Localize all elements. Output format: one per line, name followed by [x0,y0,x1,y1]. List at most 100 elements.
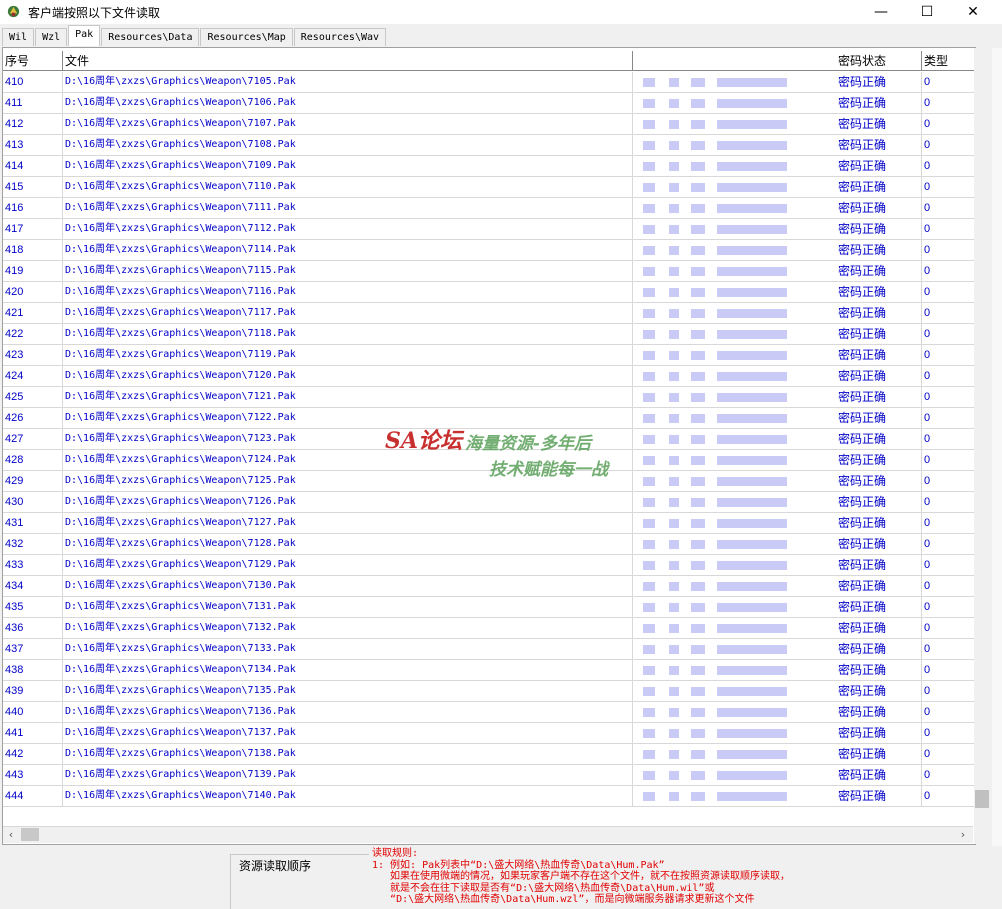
row-id: 424 [3,366,63,386]
tab-2[interactable]: Pak [68,25,101,46]
table-row[interactable]: 417 D:\16周年\zxzs\Graphics\Weapon\7112.Pak… [3,219,975,240]
row-id: 414 [3,156,63,176]
row-file: D:\16周年\zxzs\Graphics\Weapon\7139.Pak [63,765,633,785]
row-id: 444 [3,786,63,806]
redacted-block [717,330,787,339]
row-type: 0 [922,681,975,701]
tab-0[interactable]: Wil [2,28,35,46]
row-file: D:\16周年\zxzs\Graphics\Weapon\7130.Pak [63,576,633,596]
table-row[interactable]: 443 D:\16周年\zxzs\Graphics\Weapon\7139.Pak… [3,765,975,786]
row-type: 0 [922,93,975,113]
table-row[interactable]: 422 D:\16周年\zxzs\Graphics\Weapon\7118.Pak… [3,324,975,345]
row-id: 435 [3,597,63,617]
row-file: D:\16周年\zxzs\Graphics\Weapon\7136.Pak [63,702,633,722]
vertical-scrollbar[interactable] [974,48,990,844]
table-row[interactable]: 436 D:\16周年\zxzs\Graphics\Weapon\7132.Pak… [3,618,975,639]
table-row[interactable]: 441 D:\16周年\zxzs\Graphics\Weapon\7137.Pak… [3,723,975,744]
row-id: 436 [3,618,63,638]
table-row[interactable]: 438 D:\16周年\zxzs\Graphics\Weapon\7134.Pak… [3,660,975,681]
tab-3[interactable]: Resources\Data [101,28,200,46]
row-id: 427 [3,429,63,449]
table-row[interactable]: 444 D:\16周年\zxzs\Graphics\Weapon\7140.Pak… [3,786,975,807]
table-row[interactable]: 437 D:\16周年\zxzs\Graphics\Weapon\7133.Pak… [3,639,975,660]
redacted-block [669,225,679,234]
column-header-status[interactable]: 密码状态 [836,51,922,71]
tab-5[interactable]: Resources\Wav [293,28,387,46]
redacted-block [717,645,787,654]
row-id: 419 [3,261,63,281]
file-grid[interactable]: 序号 文件 密码状态 类型 410 D:\16周年\zxzs\Graphics\W… [2,47,976,845]
row-id: 415 [3,177,63,197]
scroll-right-arrow-icon[interactable]: › [955,827,971,843]
table-row[interactable]: 423 D:\16周年\zxzs\Graphics\Weapon\7119.Pak… [3,345,975,366]
table-row[interactable]: 430 D:\16周年\zxzs\Graphics\Weapon\7126.Pak… [3,492,975,513]
row-status: 密码正确 [836,723,922,743]
column-header-file[interactable]: 文件 [63,51,633,71]
table-row[interactable]: 419 D:\16周年\zxzs\Graphics\Weapon\7115.Pak… [3,261,975,282]
redacted-block [691,540,705,549]
close-button[interactable]: ✕ [950,0,996,24]
table-row[interactable]: 431 D:\16周年\zxzs\Graphics\Weapon\7127.Pak… [3,513,975,534]
table-row[interactable]: 440 D:\16周年\zxzs\Graphics\Weapon\7136.Pak… [3,702,975,723]
table-row[interactable]: 432 D:\16周年\zxzs\Graphics\Weapon\7128.Pak… [3,534,975,555]
tab-1[interactable]: Wzl [35,28,68,46]
redacted-block [669,477,679,486]
row-id: 441 [3,723,63,743]
vertical-scroll-thumb[interactable] [975,790,989,808]
redacted-block [669,267,679,276]
table-row[interactable]: 411 D:\16周年\zxzs\Graphics\Weapon\7106.Pak… [3,93,975,114]
redacted-block [643,687,655,696]
row-status: 密码正确 [836,660,922,680]
horizontal-scroll-thumb[interactable] [21,828,39,841]
column-header-type[interactable]: 类型 [922,51,975,71]
table-row[interactable]: 413 D:\16周年\zxzs\Graphics\Weapon\7108.Pak… [3,135,975,156]
rule-line: 就是不会在往下读取是否有“D:\盛大网络\热血传奇\Data\Hum.wil”或 [372,882,715,894]
row-status: 密码正确 [836,387,922,407]
table-row[interactable]: 435 D:\16周年\zxzs\Graphics\Weapon\7131.Pak… [3,597,975,618]
row-status: 密码正确 [836,492,922,512]
redacted-block [691,666,705,675]
table-row[interactable]: 421 D:\16周年\zxzs\Graphics\Weapon\7117.Pak… [3,303,975,324]
redacted-block [643,729,655,738]
table-row[interactable]: 418 D:\16周年\zxzs\Graphics\Weapon\7114.Pak… [3,240,975,261]
redacted-block [717,519,787,528]
resource-order-box[interactable]: 资源读取顺序 [230,854,369,909]
redacted-block [643,78,655,87]
row-type: 0 [922,366,975,386]
table-row[interactable]: 412 D:\16周年\zxzs\Graphics\Weapon\7107.Pak… [3,114,975,135]
table-row[interactable]: 416 D:\16周年\zxzs\Graphics\Weapon\7111.Pak… [3,198,975,219]
table-row[interactable]: 415 D:\16周年\zxzs\Graphics\Weapon\7110.Pak… [3,177,975,198]
table-row[interactable]: 410 D:\16周年\zxzs\Graphics\Weapon\7105.Pak… [3,72,975,93]
redacted-block [717,750,787,759]
row-redacted [633,639,833,659]
row-type: 0 [922,492,975,512]
table-row[interactable]: 434 D:\16周年\zxzs\Graphics\Weapon\7130.Pak… [3,576,975,597]
table-row[interactable]: 414 D:\16周年\zxzs\Graphics\Weapon\7109.Pak… [3,156,975,177]
row-id: 413 [3,135,63,155]
table-row[interactable]: 420 D:\16周年\zxzs\Graphics\Weapon\7116.Pak… [3,282,975,303]
horizontal-scrollbar[interactable]: ‹ › [3,826,973,843]
row-file: D:\16周年\zxzs\Graphics\Weapon\7119.Pak [63,345,633,365]
table-row[interactable]: 442 D:\16周年\zxzs\Graphics\Weapon\7138.Pak… [3,744,975,765]
row-redacted [633,93,833,113]
row-redacted [633,72,833,92]
redacted-block [717,414,787,423]
row-type: 0 [922,723,975,743]
row-redacted [633,576,833,596]
row-redacted [633,723,833,743]
read-rules-text: 读取规则: 1: 例如: Pak列表中“D:\盛大网络\热血传奇\Data\Hum… [372,848,790,906]
table-row[interactable]: 439 D:\16周年\zxzs\Graphics\Weapon\7135.Pak… [3,681,975,702]
row-redacted [633,114,833,134]
column-header-id[interactable]: 序号 [3,51,63,71]
table-row[interactable]: 424 D:\16周年\zxzs\Graphics\Weapon\7120.Pak… [3,366,975,387]
row-redacted [633,387,833,407]
table-row[interactable]: 433 D:\16周年\zxzs\Graphics\Weapon\7129.Pak… [3,555,975,576]
table-row[interactable]: 425 D:\16周年\zxzs\Graphics\Weapon\7121.Pak… [3,387,975,408]
maximize-button[interactable]: ☐ [904,0,950,24]
scroll-left-arrow-icon[interactable]: ‹ [3,827,19,843]
row-type: 0 [922,303,975,323]
minimize-button[interactable]: — [858,0,904,24]
redacted-block [643,330,655,339]
tab-4[interactable]: Resources\Map [200,28,293,46]
row-id: 430 [3,492,63,512]
